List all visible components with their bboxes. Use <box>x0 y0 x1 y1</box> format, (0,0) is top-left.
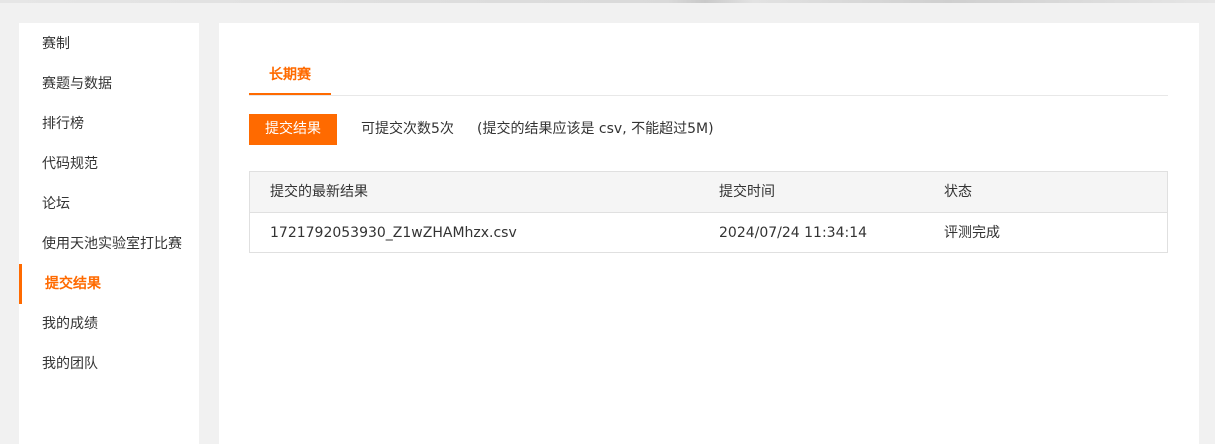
sidebar: 赛制 赛题与数据 排行榜 代码规范 论坛 使用天池实验室打比赛 提交结果 我的成… <box>19 23 199 444</box>
tab-bar: 长期赛 <box>249 57 1168 96</box>
result-status: 评测完成 <box>944 225 1000 241</box>
sidebar-item-forum[interactable]: 论坛 <box>19 184 199 224</box>
result-file-name: 1721792053930_Z1wZHAMhzx.csv <box>270 225 517 241</box>
column-header-latest-result: 提交的最新结果 <box>270 184 368 200</box>
sidebar-item-problem-data[interactable]: 赛题与数据 <box>19 64 199 104</box>
tab-long-term-competition[interactable]: 长期赛 <box>249 57 331 95</box>
table-header: 提交的最新结果 提交时间 状态 <box>250 172 1167 213</box>
sidebar-item-my-scores[interactable]: 我的成绩 <box>19 304 199 344</box>
sidebar-item-tianchi-lab[interactable]: 使用天池实验室打比赛 <box>19 224 199 264</box>
sidebar-item-my-team[interactable]: 我的团队 <box>19 344 199 384</box>
column-header-submit-time: 提交时间 <box>719 184 775 200</box>
sidebar-item-code-spec[interactable]: 代码规范 <box>19 144 199 184</box>
sidebar-item-rules[interactable]: 赛制 <box>19 24 199 64</box>
main-panel: 长期赛 提交结果 可提交次数5次 (提交的结果应该是 csv, 不能超过5M) … <box>219 23 1199 444</box>
top-strip <box>0 0 1215 3</box>
result-submit-time: 2024/07/24 11:34:14 <box>719 225 868 241</box>
table-row: 1721792053930_Z1wZHAMhzx.csv 2024/07/24 … <box>250 213 1167 252</box>
submit-count-hint: 可提交次数5次 <box>361 121 454 137</box>
submit-rule-hint: (提交的结果应该是 csv, 不能超过5M) <box>477 121 714 137</box>
sidebar-item-submit-results[interactable]: 提交结果 <box>19 264 199 304</box>
submit-results-button[interactable]: 提交结果 <box>249 114 337 145</box>
column-header-status: 状态 <box>944 184 972 200</box>
sidebar-item-leaderboard[interactable]: 排行榜 <box>19 104 199 144</box>
submission-table: 提交的最新结果 提交时间 状态 1721792053930_Z1wZHAMhzx… <box>249 171 1168 253</box>
